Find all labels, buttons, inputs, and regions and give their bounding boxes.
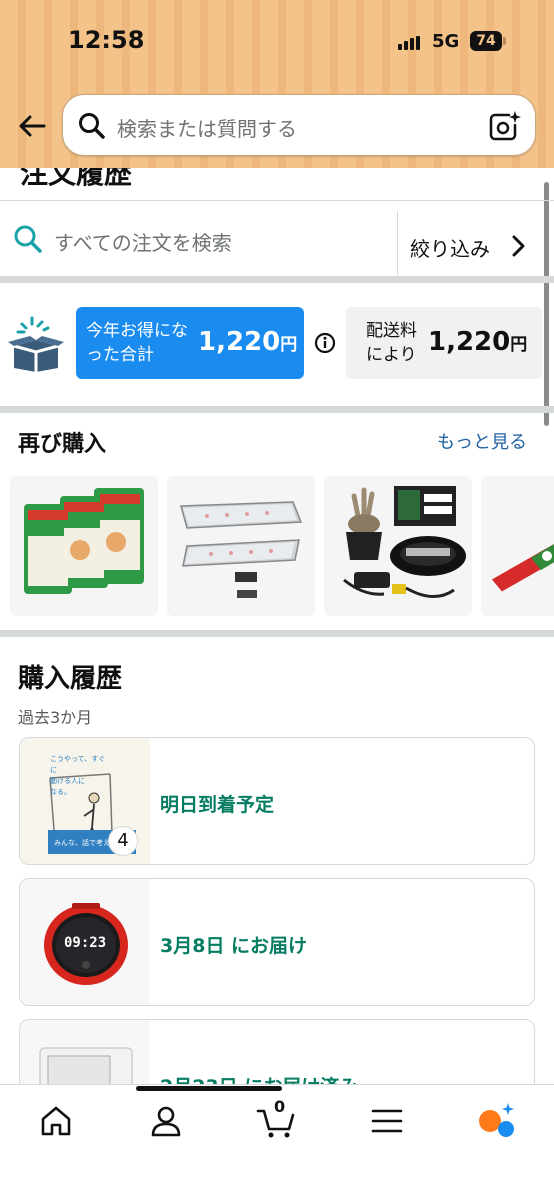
delivery-status: 明日到着予定 <box>160 794 275 816</box>
buy-again-item[interactable] <box>324 476 472 616</box>
shipping-savings-label: 配送料により <box>366 321 417 365</box>
purchase-history-heading: 購入履歴 <box>18 664 123 694</box>
home-icon[interactable] <box>36 1101 76 1141</box>
network-type: 5G <box>432 31 460 52</box>
savings-total-label: 今年お得になった合計 <box>86 321 188 365</box>
buy-again-item[interactable] <box>481 476 554 616</box>
cart-button[interactable]: 0 <box>256 1097 296 1141</box>
section-divider <box>0 406 554 413</box>
order-card[interactable]: こうやって、すぐに 動ける人に なる。 みんな、話で考えます 4 明日到着予定 <box>19 737 535 865</box>
battery-icon: 74 <box>470 31 506 51</box>
open-box-icon <box>8 316 64 372</box>
home-indicator <box>136 1086 282 1091</box>
status-time: 12:58 <box>68 26 145 54</box>
battery-level: 74 <box>470 31 502 51</box>
savings-total-amount: 1,220円 <box>198 327 298 357</box>
order-search-input[interactable]: すべての注文を検索 <box>54 227 232 256</box>
account-icon[interactable] <box>146 1101 186 1141</box>
filter-button[interactable]: 絞り込み <box>410 233 490 262</box>
buy-again-item[interactable] <box>167 476 315 616</box>
buy-again-item[interactable] <box>10 476 158 616</box>
app-header: 12:58 5G 74 検索または質問する <box>0 0 554 168</box>
shipping-savings-amount: 1,220円 <box>428 327 528 357</box>
buy-again-carousel[interactable] <box>10 476 554 618</box>
quantity-badge: 4 <box>108 826 138 856</box>
delivery-status: 3月8日 にお届け <box>160 935 308 957</box>
savings-total-card[interactable]: 今年お得になった合計 1,220円 <box>76 307 304 379</box>
order-card[interactable]: 09:23 3月8日 にお届け <box>19 878 535 1006</box>
purchase-history-period: 過去3か月 <box>18 708 93 727</box>
order-search-row: すべての注文を検索 絞り込み <box>0 200 554 276</box>
grow-light-image <box>180 501 303 598</box>
camera-search-icon[interactable] <box>487 109 521 143</box>
see-more-link[interactable]: もっと見る <box>437 428 527 454</box>
kaiju-heater-image <box>343 486 466 598</box>
alarm-clock-image: 09:23 <box>20 879 150 1005</box>
shipping-savings-card[interactable]: 配送料により 1,220円 <box>346 307 542 379</box>
status-bar: 12:58 5G 74 <box>0 0 554 80</box>
cart-count: 0 <box>274 1097 286 1116</box>
search-icon <box>79 113 105 139</box>
info-icon[interactable] <box>314 332 336 354</box>
back-arrow-icon[interactable] <box>16 110 48 142</box>
order-search-icon <box>14 225 42 253</box>
clock-display-time: 09:23 <box>64 935 107 951</box>
search-bar[interactable]: 検索または質問する <box>62 94 536 156</box>
buy-again-heading: 再び購入 <box>18 432 107 457</box>
section-divider <box>0 276 554 283</box>
search-input[interactable]: 検索または質問する <box>117 113 297 142</box>
menu-icon[interactable] <box>367 1101 407 1141</box>
tube-product-image <box>490 544 554 593</box>
signal-icon <box>398 36 424 50</box>
book-cover-image: こうやって、すぐに 動ける人に なる。 みんな、話で考えます 4 <box>20 738 150 864</box>
bottom-navigation: 0 <box>0 1084 554 1200</box>
section-divider <box>0 630 554 637</box>
book-cover-title: こうやって、すぐに 動ける人に なる。 <box>50 755 106 796</box>
savings-section: 今年お得になった合計 1,220円 配送料により 1,220円 <box>0 284 554 404</box>
chevron-right-icon[interactable] <box>510 235 528 257</box>
divider <box>397 211 398 275</box>
rufus-assistant-icon[interactable] <box>476 1101 516 1141</box>
toothbrush-sheet-image <box>24 488 144 594</box>
